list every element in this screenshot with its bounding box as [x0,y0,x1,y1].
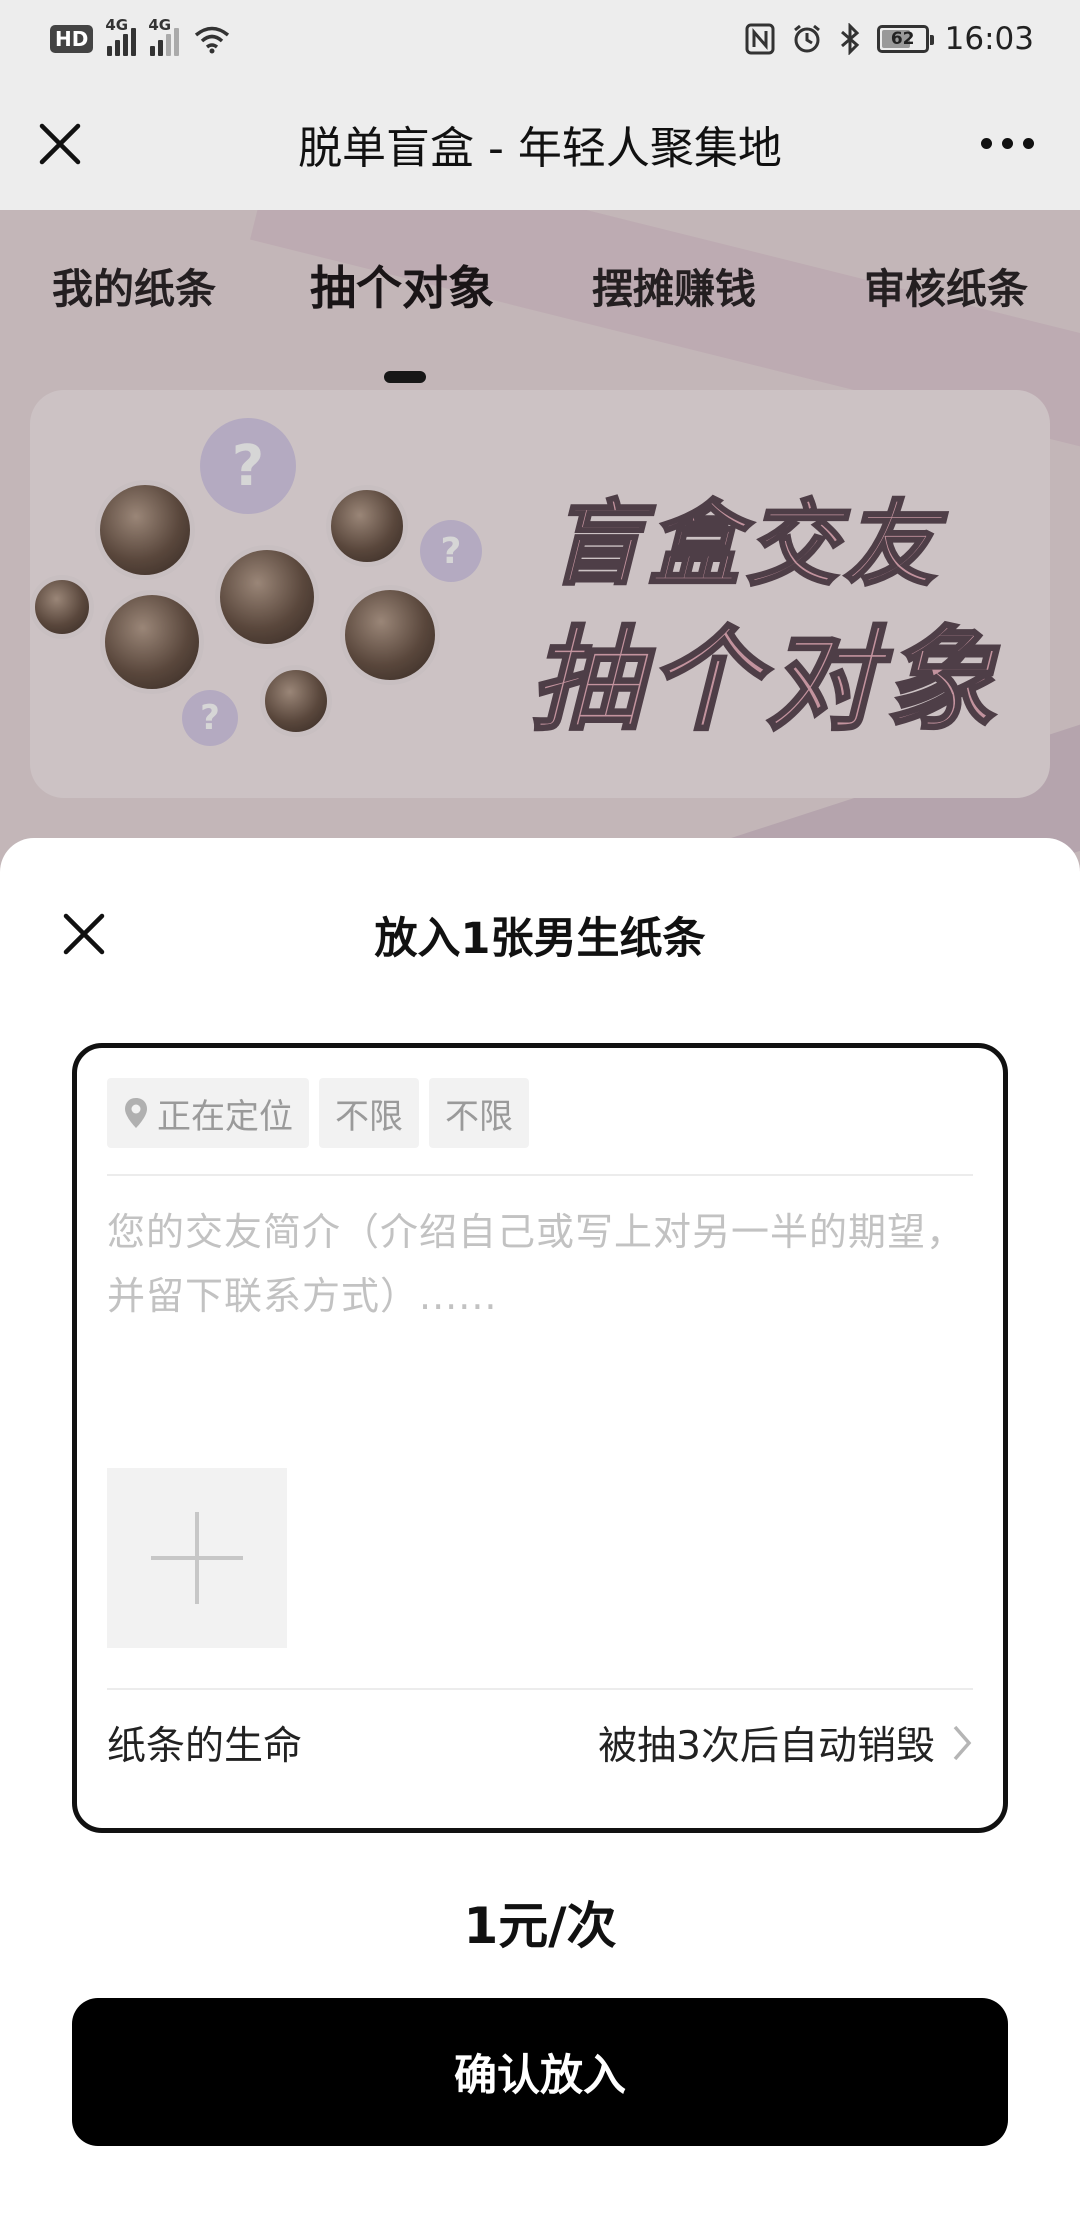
nfc-icon [745,23,775,55]
price-label: 1元/次 [463,1897,617,1955]
location-chip-label: 正在定位 [157,1096,293,1137]
location-chip[interactable]: 正在定位 [107,1078,309,1148]
note-life-value: 被抽3次后自动销毁 [598,1724,935,1769]
confirm-button[interactable]: 确认放入 [72,1998,1008,2146]
intro-textarea[interactable]: 您的交友简介（介绍自己或写上对另一半的期望，并留下联系方式）...... [107,1200,977,1328]
wifi-icon [195,26,230,54]
chevron-right-icon [953,1725,972,1761]
status-bar: HD 4G 4G 62 16:03 [0,0,1080,78]
battery-icon: 62 [876,25,934,53]
nav-bar: 脱单盲盒 - 年轻人聚集地 [0,78,1080,210]
age-chip[interactable]: 不限 [319,1078,419,1148]
note-life-row[interactable]: 纸条的生命 被抽3次后自动销毁 [107,1688,973,1798]
note-form-card: 正在定位 不限 不限 您的交友简介（介绍自己或写上对另一半的期望，并留下联系方式… [72,1043,1008,1833]
close-icon[interactable] [34,118,86,170]
bottom-sheet: 放入1张男生纸条 正在定位 不限 不限 您的交友简介（介绍自己或写上对另一半的期… [0,838,1080,2240]
other-chip[interactable]: 不限 [429,1078,529,1148]
bluetooth-icon [840,23,859,55]
alarm-icon [793,24,820,53]
page-title: 脱单盲盒 - 年轻人聚集地 [298,123,782,174]
note-life-label: 纸条的生命 [107,1724,303,1769]
status-left: HD 4G 4G [50,16,231,56]
hd-badge: HD [50,25,94,53]
sheet-title: 放入1张男生纸条 [374,914,706,964]
add-photo-button[interactable] [107,1468,287,1648]
signal-icon: 4G [105,16,137,56]
more-icon[interactable] [981,138,1034,149]
other-chip-label: 不限 [445,1096,513,1137]
divider [107,1174,973,1176]
location-pin-icon [125,1098,147,1128]
filter-chips: 正在定位 不限 不限 [107,1078,529,1148]
signal-icon-2: 4G [148,16,180,56]
status-right: 62 16:03 [745,21,1034,57]
age-chip-label: 不限 [335,1096,403,1137]
status-time: 16:03 [944,21,1034,57]
